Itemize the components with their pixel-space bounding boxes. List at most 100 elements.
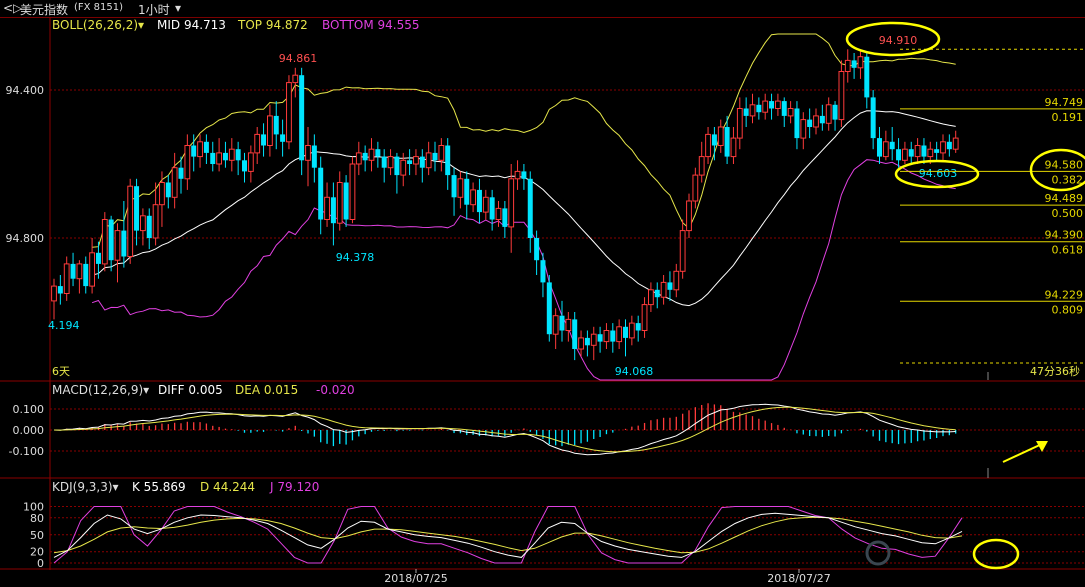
candle-body <box>292 74 299 84</box>
fib-price-label: 94.489 <box>1045 192 1084 205</box>
candle-body <box>222 152 228 161</box>
candle-body <box>623 326 628 338</box>
candle-body <box>178 167 184 179</box>
candle-body <box>330 197 336 224</box>
macd-diff-line <box>53 403 956 456</box>
candle-body <box>445 145 451 176</box>
candle-body <box>108 219 114 261</box>
candle-body <box>540 260 546 283</box>
trend-arrow-shaft <box>1002 442 1045 463</box>
candle-body <box>590 333 597 346</box>
kdj-y-label: 50 <box>30 529 44 542</box>
candle-body <box>508 178 515 228</box>
candle-body <box>140 215 146 232</box>
candle-body <box>673 270 680 291</box>
candle-body <box>692 174 699 202</box>
candle-body <box>686 200 692 232</box>
candle-body <box>877 138 882 157</box>
candle-body <box>127 185 134 257</box>
candle-body <box>736 108 743 139</box>
candle-body <box>756 104 762 113</box>
candle-body <box>921 145 927 157</box>
candle-body <box>451 175 457 198</box>
candle-body <box>616 326 623 343</box>
candle-body <box>819 115 825 124</box>
candle-body <box>660 281 667 298</box>
candle-body <box>146 215 152 238</box>
candle-body <box>781 101 787 116</box>
candle-body <box>584 337 590 346</box>
candle-body <box>495 207 502 220</box>
candle-body <box>502 208 508 227</box>
candle-body <box>794 108 800 139</box>
candle-body <box>311 145 317 168</box>
candle-body <box>521 171 527 179</box>
fib-price-label: 94.749 <box>1045 96 1084 109</box>
macd-y-label: -0.100 <box>9 445 44 458</box>
candle-body <box>730 137 737 158</box>
candle-body <box>247 152 254 172</box>
candle-body <box>952 137 959 150</box>
candle-body <box>711 134 717 146</box>
fib-price-label: 94.229 <box>1045 288 1084 301</box>
candle-body <box>927 148 934 158</box>
annotation-low-edge: 4.194 <box>48 319 80 332</box>
candle-body <box>349 163 356 220</box>
candle-body <box>552 315 559 335</box>
candle-body <box>273 115 279 135</box>
candle-body <box>419 156 425 168</box>
candle-body <box>896 149 902 161</box>
macd-y-label: 0.000 <box>13 424 45 437</box>
candle-body <box>101 219 108 265</box>
candle-body <box>394 156 400 176</box>
fib-ratio-label: 0.382 <box>1052 173 1084 186</box>
candle-body <box>432 152 438 161</box>
candle-body <box>813 115 819 128</box>
candle-body <box>381 156 387 168</box>
candle-body <box>724 127 730 157</box>
candle-body <box>902 148 908 161</box>
candle-body <box>235 149 241 161</box>
candle-body <box>336 182 343 224</box>
candle-body <box>717 126 724 146</box>
candle-body <box>825 104 832 124</box>
candle-body <box>470 189 477 206</box>
countdown-timer: 47分36秒 <box>1030 364 1080 378</box>
candle-body <box>387 156 394 169</box>
candle-body <box>51 285 57 302</box>
kdj-y-label: 0 <box>37 557 44 570</box>
stock-chart[interactable]: 94.800 94.400 94.861 94.378 94.068 4.194 94.91… <box>0 0 1085 587</box>
candle-body <box>578 337 584 350</box>
candle-body <box>940 141 946 154</box>
candle-body <box>807 119 813 127</box>
candle-body <box>318 167 324 220</box>
candle-body <box>603 330 610 343</box>
candle-body <box>76 263 83 280</box>
candle-body <box>882 141 889 158</box>
candle-body <box>70 263 76 279</box>
candle-body <box>889 141 895 150</box>
candle-body <box>546 282 552 335</box>
annotation-high-left: 94.861 <box>279 52 318 65</box>
candle-body <box>89 252 95 287</box>
candle-body <box>299 75 305 161</box>
candle-body <box>857 56 864 69</box>
candle-body <box>914 145 921 158</box>
candle-body <box>565 318 572 331</box>
candle-body <box>864 56 870 98</box>
y-tick-label: 94.400 <box>6 84 45 97</box>
candle-body <box>216 152 222 165</box>
candle-body <box>527 178 533 238</box>
highlight-ellipse-kdj <box>972 538 1020 570</box>
candle-body <box>159 182 165 206</box>
candle-body <box>228 148 235 161</box>
candle-body <box>572 319 578 349</box>
candle-body <box>438 145 445 161</box>
candle-body <box>210 152 216 164</box>
candle-body <box>134 186 140 231</box>
fib-ratio-label: 0.191 <box>1052 111 1084 124</box>
watermark-logo-icon <box>865 540 891 566</box>
candle-body <box>400 159 407 176</box>
candle-body <box>171 167 178 198</box>
candle-body <box>261 134 267 146</box>
